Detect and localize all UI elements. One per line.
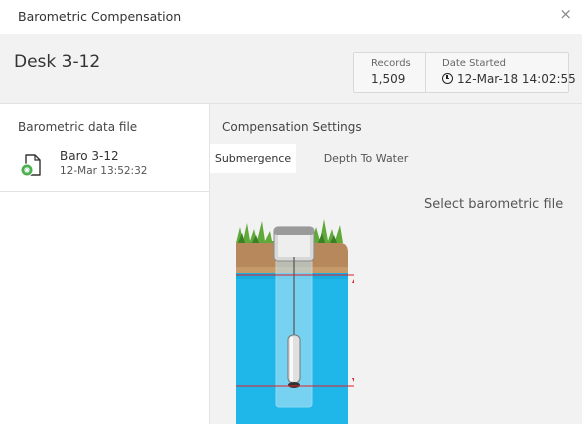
baro-file-icon bbox=[20, 154, 41, 177]
file-name: Baro 3-12 bbox=[60, 149, 119, 163]
site-name: Desk 3-12 bbox=[14, 52, 101, 72]
records-value: 1,509 bbox=[371, 72, 406, 86]
submergence-diagram bbox=[236, 219, 354, 424]
file-date: 12-Mar 13:52:32 bbox=[60, 165, 148, 177]
date-started-label: Date Started bbox=[442, 58, 507, 69]
stats-box: Records 1,509 Date Started 12-Mar-18 14:… bbox=[353, 52, 576, 93]
settings-content: Select barometric file bbox=[210, 173, 582, 424]
close-icon[interactable]: × bbox=[559, 7, 572, 22]
barometric-file-panel: Barometric data file Baro 3-12 12-Mar 13… bbox=[0, 104, 210, 424]
records-label: Records bbox=[371, 58, 411, 69]
panel-heading: Compensation Settings bbox=[222, 120, 362, 134]
window-title: Barometric Compensation bbox=[18, 9, 182, 24]
tab-depth-to-water[interactable]: Depth To Water bbox=[316, 144, 416, 173]
panel-heading: Barometric data file bbox=[18, 120, 138, 134]
title-bar: Barometric Compensation × bbox=[0, 0, 582, 34]
list-item[interactable]: Baro 3-12 12-Mar 13:52:32 bbox=[0, 140, 209, 192]
site-header: Desk 3-12 Records 1,509 Date Started 12-… bbox=[0, 34, 582, 104]
records-stat: Records 1,509 bbox=[354, 53, 426, 92]
compensation-settings-panel: Compensation Settings Submergence Depth … bbox=[210, 104, 582, 424]
date-started-value: 12-Mar-18 14:02:55 bbox=[457, 72, 576, 86]
date-started-stat: Date Started 12-Mar-18 14:02:55 bbox=[426, 53, 576, 92]
tab-submergence[interactable]: Submergence bbox=[210, 144, 296, 173]
select-file-message: Select barometric file bbox=[424, 197, 564, 212]
clock-icon bbox=[442, 73, 453, 84]
date-started-value-wrap: 12-Mar-18 14:02:55 bbox=[442, 72, 576, 86]
